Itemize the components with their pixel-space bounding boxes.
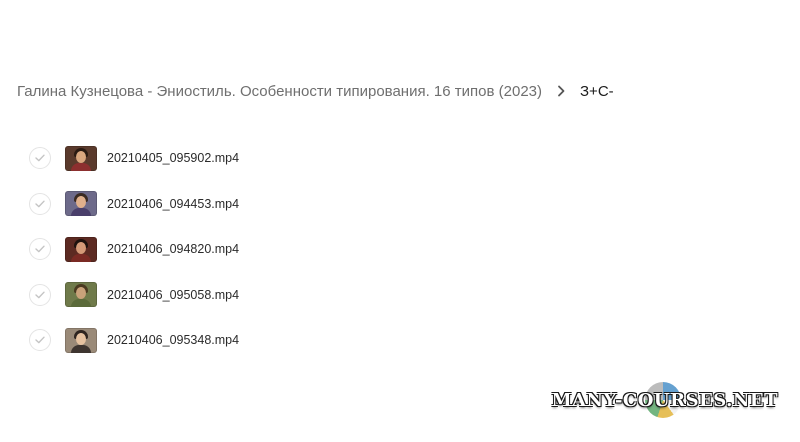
file-row[interactable]: 20210406_095058.mp4 bbox=[29, 280, 239, 310]
file-name[interactable]: 20210406_095058.mp4 bbox=[107, 288, 239, 302]
video-thumbnail[interactable] bbox=[65, 145, 97, 171]
file-name[interactable]: 20210405_095902.mp4 bbox=[107, 151, 239, 165]
file-row[interactable]: 20210406_094453.mp4 bbox=[29, 189, 239, 219]
check-circle-icon[interactable] bbox=[29, 283, 51, 306]
file-name[interactable]: 20210406_095348.mp4 bbox=[107, 333, 239, 347]
breadcrumb-current-folder: З+С- bbox=[580, 82, 614, 100]
watermark: MANY-COURSES.NET bbox=[551, 382, 778, 418]
file-name[interactable]: 20210406_094820.mp4 bbox=[107, 242, 239, 256]
check-circle-icon[interactable] bbox=[29, 192, 51, 215]
video-thumbnail[interactable] bbox=[65, 327, 97, 353]
file-list: 20210405_095902.mp4 20210406_094453.mp4 … bbox=[29, 143, 239, 371]
breadcrumb: Галина Кузнецова - Эниостиль. Особенност… bbox=[17, 80, 614, 102]
watermark-text: MANY-COURSES.NET bbox=[551, 390, 778, 411]
file-name[interactable]: 20210406_094453.mp4 bbox=[107, 197, 239, 211]
video-thumbnail[interactable] bbox=[65, 236, 97, 262]
chevron-right-icon bbox=[542, 80, 580, 102]
video-thumbnail[interactable] bbox=[65, 282, 97, 307]
file-row[interactable]: 20210405_095902.mp4 bbox=[29, 143, 239, 173]
file-row[interactable]: 20210406_095348.mp4 bbox=[29, 325, 239, 355]
check-circle-icon[interactable] bbox=[29, 147, 51, 169]
video-thumbnail[interactable] bbox=[65, 191, 97, 216]
check-circle-icon[interactable] bbox=[29, 329, 51, 351]
file-row[interactable]: 20210406_094820.mp4 bbox=[29, 234, 239, 264]
breadcrumb-parent-folder[interactable]: Галина Кузнецова - Эниостиль. Особенност… bbox=[17, 83, 542, 100]
check-circle-icon[interactable] bbox=[29, 238, 51, 260]
